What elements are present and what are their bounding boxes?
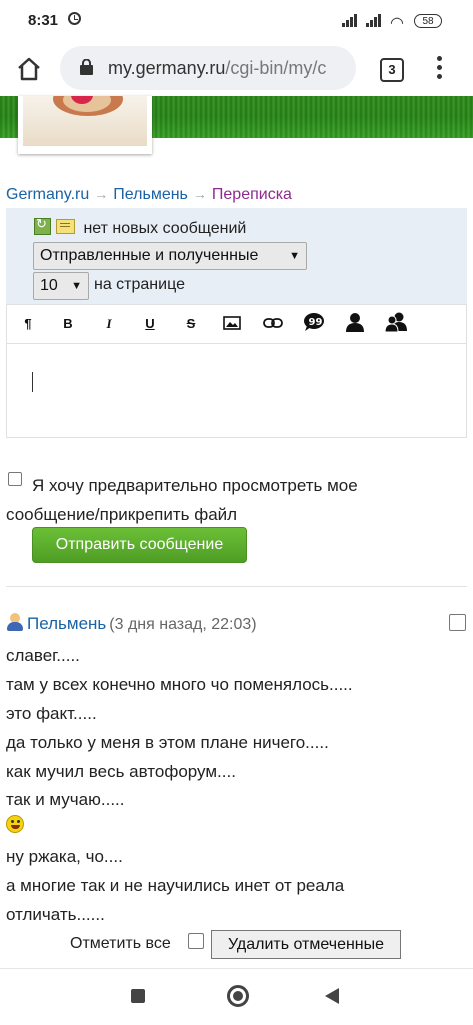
- new-messages-status: нет новых сообщений: [34, 216, 247, 238]
- message-line: отличать......: [6, 905, 105, 924]
- quote-icon[interactable]: 99: [299, 305, 329, 343]
- breadcrumb: Germany.ru → Пельмень → Переписка: [6, 186, 292, 204]
- breadcrumb-separator: →: [94, 186, 109, 202]
- message-author-link[interactable]: Пельмень: [27, 614, 106, 633]
- chevron-down-icon: ▼: [71, 280, 82, 292]
- message-line: а многие так и не научились инет от реал…: [6, 876, 345, 895]
- url-path: /cgi-bin/my/c: [225, 58, 327, 78]
- smiley-icon: [6, 815, 24, 833]
- status-time: 8:31: [28, 12, 59, 29]
- refresh-icon[interactable]: [34, 216, 51, 235]
- users-icon[interactable]: [381, 305, 411, 343]
- chevron-down-icon: ▼: [289, 250, 300, 262]
- message-timestamp: (3 дня назад, 22:03): [109, 616, 257, 633]
- message-header: Пельмень (3 дня назад, 22:03): [6, 613, 257, 634]
- browser-toolbar: my.germany.ru/cgi-bin/my/c 3: [0, 42, 473, 96]
- underline-icon[interactable]: U: [135, 305, 165, 343]
- message-line: да только у меня в этом плане ничего....…: [6, 733, 329, 752]
- strikethrough-icon[interactable]: S: [176, 305, 206, 343]
- image-icon[interactable]: [217, 305, 247, 343]
- delete-selected-button[interactable]: Удалить отмеченные: [211, 930, 401, 959]
- message-line: там у всех конечно много чо поменялось..…: [6, 675, 353, 694]
- back-icon[interactable]: [325, 988, 339, 1004]
- home-icon[interactable]: [16, 56, 42, 82]
- message-filter-select[interactable]: Отправленные и полученные ▼: [33, 242, 307, 270]
- url-host: my.germany.ru: [108, 58, 226, 78]
- url-text: my.germany.ru/cgi-bin/my/c: [108, 58, 326, 79]
- breadcrumb-separator: →: [192, 186, 207, 202]
- new-messages-text: нет новых сообщений: [83, 220, 247, 237]
- more-menu-icon[interactable]: [437, 56, 443, 80]
- alarm-icon: [68, 12, 81, 25]
- message-select-checkbox[interactable]: [449, 614, 466, 631]
- recents-icon[interactable]: [131, 989, 145, 1003]
- message-editor[interactable]: [6, 343, 467, 438]
- signal-icon: [342, 14, 359, 27]
- messages-panel: нет новых сообщений Отправленные и получ…: [6, 208, 467, 304]
- filter-select-value: Отправленные и полученные: [40, 247, 259, 264]
- text-cursor: [32, 372, 33, 392]
- system-nav-bar: [0, 968, 473, 1025]
- message-line: славег.....: [6, 646, 80, 665]
- tab-switcher-button[interactable]: 3: [380, 58, 404, 82]
- message-line: как мучил весь автофорум....: [6, 762, 236, 781]
- send-message-button[interactable]: Отправить сообщение: [32, 527, 247, 563]
- per-page-label: на странице: [94, 276, 185, 293]
- mark-all-checkbox[interactable]: [188, 933, 204, 949]
- user-avatar: [18, 96, 152, 154]
- svg-text:99: 99: [309, 317, 323, 328]
- divider: [6, 586, 467, 587]
- bold-icon[interactable]: B: [53, 305, 83, 343]
- avatar-image: [23, 96, 147, 146]
- message-line: ну ржака, чо....: [6, 847, 123, 866]
- mark-all-label: Отметить все: [70, 935, 171, 952]
- wifi-icon: ◠: [390, 15, 404, 32]
- envelope-icon: [56, 219, 75, 234]
- per-page-select[interactable]: 10 ▼: [33, 272, 89, 300]
- home-circle-icon[interactable]: [227, 985, 249, 1007]
- italic-icon[interactable]: I: [94, 305, 124, 343]
- breadcrumb-user[interactable]: Пельмень: [113, 186, 188, 203]
- breadcrumb-correspondence[interactable]: Переписка: [212, 186, 292, 203]
- user-icon[interactable]: [340, 305, 370, 343]
- status-bar: 8:31 ◠ 58: [0, 0, 473, 42]
- battery-icon: 58: [414, 14, 442, 28]
- message-line: так и мучаю.....: [6, 790, 125, 809]
- signal-icon-2: [366, 14, 383, 27]
- link-icon[interactable]: [258, 305, 288, 343]
- message-line: это факт.....: [6, 704, 97, 723]
- lock-icon: [80, 59, 93, 75]
- per-page-value: 10: [40, 277, 58, 294]
- preview-label: Я хочу предварительно просмотреть мое со…: [6, 476, 358, 524]
- paragraph-icon[interactable]: ¶: [13, 305, 43, 343]
- address-bar[interactable]: my.germany.ru/cgi-bin/my/c: [60, 46, 356, 90]
- editor-toolbar: ¶ B I U S 99: [6, 304, 467, 344]
- user-icon: [6, 613, 24, 631]
- breadcrumb-germany[interactable]: Germany.ru: [6, 186, 89, 203]
